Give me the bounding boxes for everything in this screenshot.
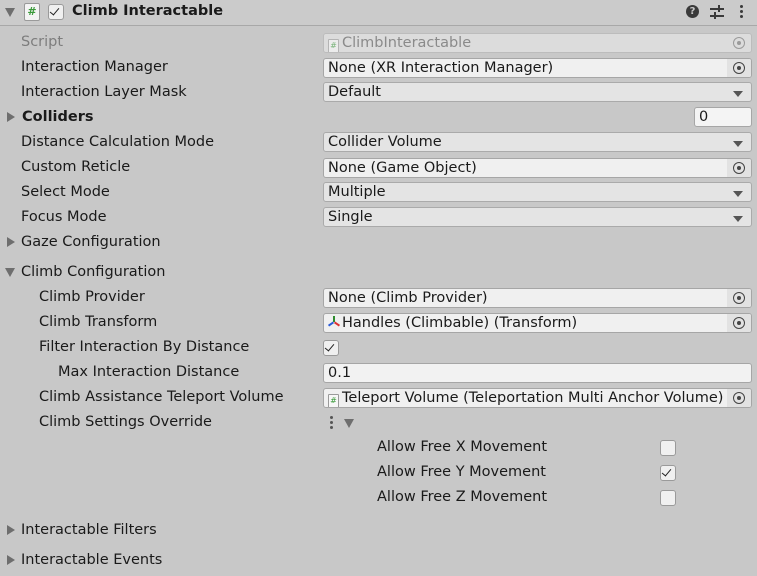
interaction-manager-label: Interaction Manager	[21, 59, 168, 75]
select-mode-value: Multiple	[328, 184, 386, 200]
kebab-menu-icon[interactable]	[740, 5, 743, 20]
climb-provider-label: Climb Provider	[39, 289, 145, 305]
component-title: Climb Interactable	[72, 3, 224, 19]
script-field: # ClimbInteractable	[323, 33, 752, 53]
select-mode-label: Select Mode	[21, 184, 110, 200]
dropdown-arrow-icon	[733, 216, 743, 222]
allow-free-x-checkbox[interactable]	[660, 440, 676, 456]
climb-configuration-foldout-icon[interactable]	[5, 268, 15, 277]
dropdown-arrow-icon	[733, 141, 743, 147]
script-value: ClimbInteractable	[342, 35, 472, 51]
select-mode-dropdown[interactable]: Multiple	[323, 182, 752, 202]
colliders-size-value: 0	[699, 109, 709, 125]
help-icon[interactable]: ?	[686, 5, 699, 18]
max-interaction-distance-label: Max Interaction Distance	[58, 364, 240, 380]
max-interaction-distance-input[interactable]: 0.1	[323, 363, 752, 383]
focus-mode-dropdown[interactable]: Single	[323, 207, 752, 227]
climb-transform-field[interactable]: Handles (Climbable) (Transform)	[323, 313, 752, 333]
object-picker-icon[interactable]	[727, 289, 751, 307]
interaction-layer-mask-label: Interaction Layer Mask	[21, 84, 187, 100]
dropdown-arrow-icon	[733, 91, 743, 97]
climb-provider-field[interactable]: None (Climb Provider)	[323, 288, 752, 308]
interaction-layer-mask-value: Default	[328, 84, 381, 100]
interactable-events-foldout[interactable]: Interactable Events	[21, 552, 162, 568]
allow-free-z-checkbox[interactable]	[660, 490, 676, 506]
interactable-filters-foldout-icon[interactable]	[7, 525, 15, 535]
interaction-manager-value: None (XR Interaction Manager)	[328, 60, 554, 76]
teleport-volume-field[interactable]: # Teleport Volume (Teleportation Multi An…	[323, 388, 752, 408]
focus-mode-value: Single	[328, 209, 373, 225]
allow-free-x-label: Allow Free X Movement	[377, 439, 548, 455]
kebab-menu-icon[interactable]	[330, 416, 333, 431]
allow-free-z-label: Allow Free Z Movement	[377, 489, 548, 505]
custom-reticle-field[interactable]: None (Game Object)	[323, 158, 752, 178]
distance-calculation-mode-dropdown[interactable]: Collider Volume	[323, 132, 752, 152]
climb-transform-value: Handles (Climbable) (Transform)	[342, 315, 578, 331]
script-label: Script	[21, 34, 64, 50]
interaction-layer-mask-dropdown[interactable]: Default	[323, 82, 752, 102]
checkmark-icon	[49, 5, 60, 16]
custom-reticle-value: None (Game Object)	[328, 160, 477, 176]
max-interaction-distance-value: 0.1	[328, 365, 352, 381]
colliders-foldout-icon[interactable]	[7, 112, 15, 122]
script-icon: #	[328, 39, 339, 52]
distance-calculation-mode-value: Collider Volume	[328, 134, 442, 150]
interactable-filters-foldout[interactable]: Interactable Filters	[21, 522, 157, 538]
script-icon: #	[24, 3, 40, 21]
presets-icon[interactable]	[710, 5, 724, 19]
colliders-label[interactable]: Colliders	[22, 109, 94, 125]
object-picker-icon[interactable]	[727, 314, 751, 332]
script-icon: #	[328, 394, 339, 407]
gaze-configuration-foldout[interactable]: Gaze Configuration	[21, 234, 161, 250]
allow-free-y-label: Allow Free Y Movement	[377, 464, 546, 480]
filter-interaction-by-distance-label: Filter Interaction By Distance	[39, 339, 250, 355]
teleport-volume-label: Climb Assistance Teleport Volume	[39, 389, 284, 405]
object-picker-icon[interactable]	[727, 389, 751, 407]
climb-transform-label: Climb Transform	[39, 314, 158, 330]
focus-mode-label: Focus Mode	[21, 209, 107, 225]
colliders-size-input[interactable]: 0	[694, 107, 752, 127]
object-picker-icon[interactable]	[727, 59, 751, 77]
interactable-events-foldout-icon[interactable]	[7, 555, 15, 565]
component-enabled-checkbox[interactable]	[48, 4, 64, 20]
climb-configuration-foldout[interactable]: Climb Configuration	[21, 264, 165, 280]
object-picker-icon	[727, 34, 751, 52]
interaction-manager-field[interactable]: None (XR Interaction Manager)	[323, 58, 752, 78]
allow-free-y-checkbox[interactable]	[660, 465, 676, 481]
teleport-volume-value: Teleport Volume (Teleportation Multi Anc…	[342, 390, 724, 406]
filter-interaction-by-distance-checkbox[interactable]	[323, 340, 339, 356]
climb-settings-override-label: Climb Settings Override	[39, 414, 212, 430]
component-foldout-icon[interactable]	[5, 8, 15, 17]
dropdown-arrow-icon	[733, 191, 743, 197]
distance-calculation-mode-label: Distance Calculation Mode	[21, 134, 215, 150]
climb-provider-value: None (Climb Provider)	[328, 290, 488, 306]
component-header: # Climb Interactable ?	[0, 0, 757, 26]
transform-icon	[327, 316, 341, 328]
gaze-configuration-foldout-icon[interactable]	[7, 237, 15, 247]
settings-override-foldout-icon[interactable]	[344, 419, 354, 428]
custom-reticle-label: Custom Reticle	[21, 159, 131, 175]
checkmark-icon	[324, 341, 335, 352]
checkmark-icon	[661, 466, 672, 477]
object-picker-icon[interactable]	[727, 159, 751, 177]
